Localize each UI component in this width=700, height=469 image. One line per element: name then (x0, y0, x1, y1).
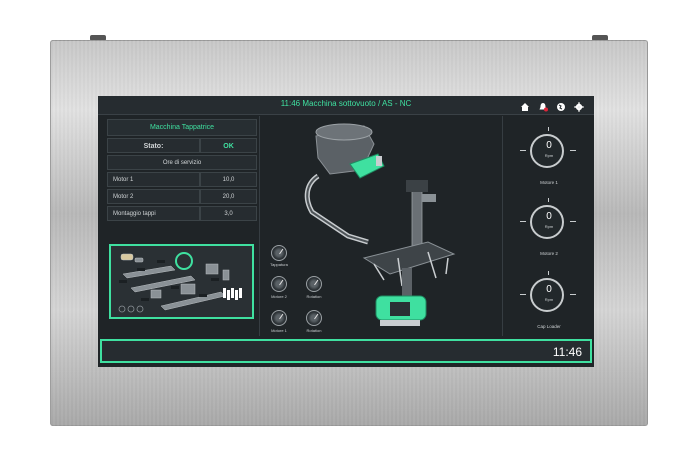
motore-1-gauge[interactable] (271, 310, 287, 326)
row-value: 20,0 (200, 189, 257, 204)
row-value: 10,0 (200, 172, 257, 187)
capping-machine-illustration (304, 123, 456, 326)
hmi-screen: 11:46 Macchina sottovuoto / AS - NC Macc… (98, 96, 594, 367)
row-value: 3,0 (200, 206, 257, 221)
table-row: Motor 2 20,0 (107, 189, 257, 204)
gauge-tick (548, 198, 549, 202)
gauge-label: Motore 2 (271, 294, 287, 299)
table-row: Motor 1 10,0 (107, 172, 257, 187)
production-line-minimap[interactable] (109, 244, 254, 319)
tappatura-gauge[interactable] (271, 245, 287, 261)
top-bar: 11:46 Macchina sottovuoto / AS - NC (98, 96, 594, 115)
table-row: Montaggio tappi 3,0 (107, 206, 257, 221)
row-label: Motor 1 (107, 172, 200, 187)
rpm-unit: Rpm (544, 224, 554, 229)
right-divider (502, 116, 503, 336)
status-value: OK (200, 138, 257, 153)
header-icons (520, 99, 584, 112)
left-divider (259, 116, 260, 336)
gauge-label: Rotation (306, 294, 322, 299)
rpm-gauge-cap-loader: 0 Rpm Cap Loader (512, 268, 586, 340)
gauge-label: Rotation (306, 328, 322, 333)
status-row: Stato: OK (107, 138, 257, 153)
machine-info-panel: Macchina Tappatrice Stato: OK Ore di ser… (107, 119, 257, 221)
row-label: Montaggio tappi (107, 206, 200, 221)
gauge-name: Motore 1 (540, 180, 558, 185)
machine-title: Macchina Tappatrice (107, 119, 257, 136)
home-icon[interactable] (520, 99, 530, 111)
rotation-1-gauge[interactable] (306, 310, 322, 326)
rpm-value: 0 (546, 211, 552, 222)
service-hours-label: Ore di servizio (107, 155, 257, 170)
rpm-gauge-motore-1: 0 Rpm Motore 1 (512, 124, 586, 196)
rpm-unit: Rpm (544, 297, 554, 302)
status-label: Stato: (107, 138, 200, 153)
gauge-name: Cap Loader (537, 324, 561, 329)
motore-2-gauge[interactable] (271, 276, 287, 292)
gear-icon[interactable] (574, 99, 584, 112)
globe-icon[interactable] (556, 99, 566, 111)
rpm-gauge-motore-2: 0 Rpm Motore 2 (512, 195, 586, 267)
alarm-icon[interactable] (538, 99, 548, 112)
row-label: Motor 2 (107, 189, 200, 204)
gauge-tick (548, 271, 549, 275)
rpm-value: 0 (546, 284, 552, 295)
bottom-status-bar[interactable]: 11:46 (100, 339, 592, 363)
footer-clock: 11:46 (552, 345, 582, 359)
gauge-label: Tappatura (270, 262, 288, 267)
rotation-2-gauge[interactable] (306, 276, 322, 292)
selection-ring (175, 252, 193, 270)
service-hours-row: Ore di servizio (107, 155, 257, 170)
rpm-value: 0 (546, 140, 552, 151)
gauge-name: Motore 2 (540, 251, 558, 256)
rpm-unit: Rpm (544, 153, 554, 158)
gauge-label: Motore 1 (271, 328, 287, 333)
gauge-tick (548, 127, 549, 131)
